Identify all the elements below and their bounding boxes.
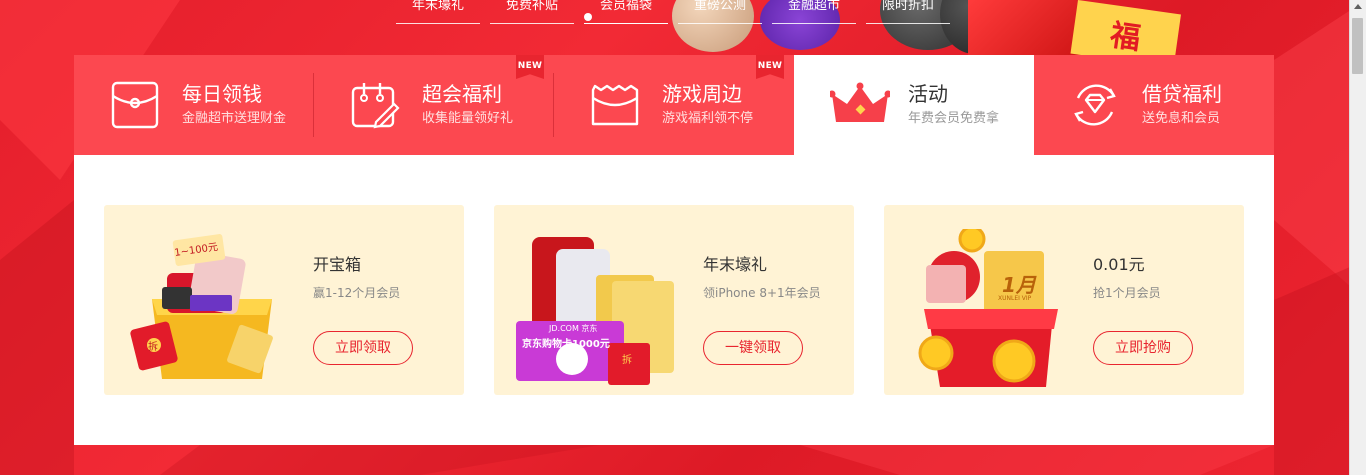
tab-text: 每日领钱 金融超市送理财金 <box>182 81 286 129</box>
tab-title: 活动 <box>908 82 948 106</box>
top-nav-item-public-beta[interactable]: 重磅公测 <box>678 0 762 24</box>
top-nav: 年末壕礼 免费补贴 会员福袋 重磅公测 金融超市 限时折扣 <box>396 0 950 24</box>
tab-text: 游戏周边 游戏福利领不停 <box>662 81 753 129</box>
crown-icon <box>830 82 890 122</box>
reward-cards: 1~100元 拆 开宝箱 赢1-12个月会员 立即领取 JD.COM 京东 京东… <box>104 205 1244 395</box>
card-year-end-gift: JD.COM 京东 京东购物卡1000元 拆 年末壕礼 领iPhone 8+1年… <box>494 205 854 395</box>
tab-subtitle: 年费会员免费拿 <box>908 111 1000 126</box>
jd-card-text: 京东购物卡1000元 <box>522 339 610 350</box>
red-lantern-decoration <box>968 0 1078 56</box>
envelope-open-char: 拆 <box>148 342 158 353</box>
tab-super-member-benefits[interactable]: 超会福利 收集能量领好礼 NEW <box>314 55 554 155</box>
top-nav-item-member-lucky-bag[interactable]: 会员福袋 <box>584 0 668 24</box>
card-subtitle: 领iPhone 8+1年会员 <box>703 286 821 300</box>
new-badge: NEW <box>516 55 544 79</box>
tab-game-merch[interactable]: 游戏周边 游戏福利领不停 NEW <box>554 55 794 155</box>
card-info: 开宝箱 赢1-12个月会员 立即领取 <box>313 255 413 365</box>
tab-text: 活动 年费会员免费拿 <box>908 81 999 129</box>
tab-subtitle: 送免息和会员 <box>1142 111 1221 126</box>
tab-title: 超会福利 <box>422 82 502 106</box>
active-dot <box>584 13 592 21</box>
tab-activity[interactable]: 活动 年费会员免费拿 <box>794 55 1034 155</box>
fu-character: 福 <box>1107 18 1143 57</box>
iphone-gift-illustration <box>516 237 674 385</box>
calendar-edit-icon <box>351 83 400 129</box>
new-badge: NEW <box>756 55 784 79</box>
card-info: 年末壕礼 领iPhone 8+1年会员 一键领取 <box>703 255 821 365</box>
tab-text: 借贷福利 送免息和会员 <box>1142 81 1222 129</box>
top-nav-item-finance-market[interactable]: 金融超市 <box>772 0 856 24</box>
ticket-icon <box>591 84 639 126</box>
card-title: 开宝箱 <box>313 255 362 274</box>
card-title: 0.01元 <box>1093 255 1145 274</box>
tab-subtitle: 金融超市送理财金 <box>182 111 287 126</box>
card-title: 年末壕礼 <box>703 255 768 274</box>
tab-title: 游戏周边 <box>662 82 742 106</box>
card-subtitle: 赢1-12个月会员 <box>313 286 401 300</box>
red-envelope-icon <box>111 81 159 129</box>
diamond-refresh-icon <box>1074 84 1116 126</box>
scroll-up-arrow-icon[interactable] <box>1354 4 1362 9</box>
xunlei-vip-text: XUNLEI VIP <box>998 295 1032 302</box>
top-nav-item-limited-discount[interactable]: 限时折扣 <box>866 0 950 24</box>
card-subtitle: 抢1个月会员 <box>1093 286 1161 300</box>
tab-loan-benefits[interactable]: 借贷福利 送免息和会员 <box>1034 55 1274 155</box>
one-month-text: 1月 <box>1002 273 1036 297</box>
buy-now-button[interactable]: 立即抢购 <box>1093 331 1193 365</box>
tab-title: 每日领钱 <box>182 82 262 106</box>
tab-title: 借贷福利 <box>1142 82 1222 106</box>
top-nav-item-year-end-gift[interactable]: 年末壕礼 <box>396 0 480 24</box>
card-one-cent-member: 1月 XUNLEI VIP 0.01元 抢1个月会员 立即抢购 <box>884 205 1244 395</box>
scrollbar-thumb[interactable] <box>1352 18 1363 74</box>
claim-now-button[interactable]: 立即领取 <box>313 331 413 365</box>
jd-logo-text: JD.COM 京东 <box>549 324 598 333</box>
vertical-scrollbar[interactable] <box>1349 0 1366 475</box>
tab-subtitle: 收集能量领好礼 <box>422 111 514 126</box>
tab-text: 超会福利 收集能量领好礼 <box>422 81 513 129</box>
gift-box-illustration <box>918 229 1058 387</box>
top-nav-item-free-subsidy[interactable]: 免费补贴 <box>490 0 574 24</box>
card-treasure-box: 1~100元 拆 开宝箱 赢1-12个月会员 立即领取 <box>104 205 464 395</box>
main-panel: 每日领钱 金融超市送理财金 超会福利 收集能量领好礼 NEW 游戏周边 游戏福利… <box>74 55 1274 445</box>
one-click-claim-button[interactable]: 一键领取 <box>703 331 803 365</box>
category-tabs: 每日领钱 金融超市送理财金 超会福利 收集能量领好礼 NEW 游戏周边 游戏福利… <box>74 55 1274 155</box>
envelope-open-char: 拆 <box>622 355 632 366</box>
top-nav-label: 会员福袋 <box>599 0 652 13</box>
tab-daily-money[interactable]: 每日领钱 金融超市送理财金 <box>74 55 314 155</box>
tab-subtitle: 游戏福利领不停 <box>662 111 754 126</box>
card-info: 0.01元 抢1个月会员 立即抢购 <box>1093 255 1193 365</box>
